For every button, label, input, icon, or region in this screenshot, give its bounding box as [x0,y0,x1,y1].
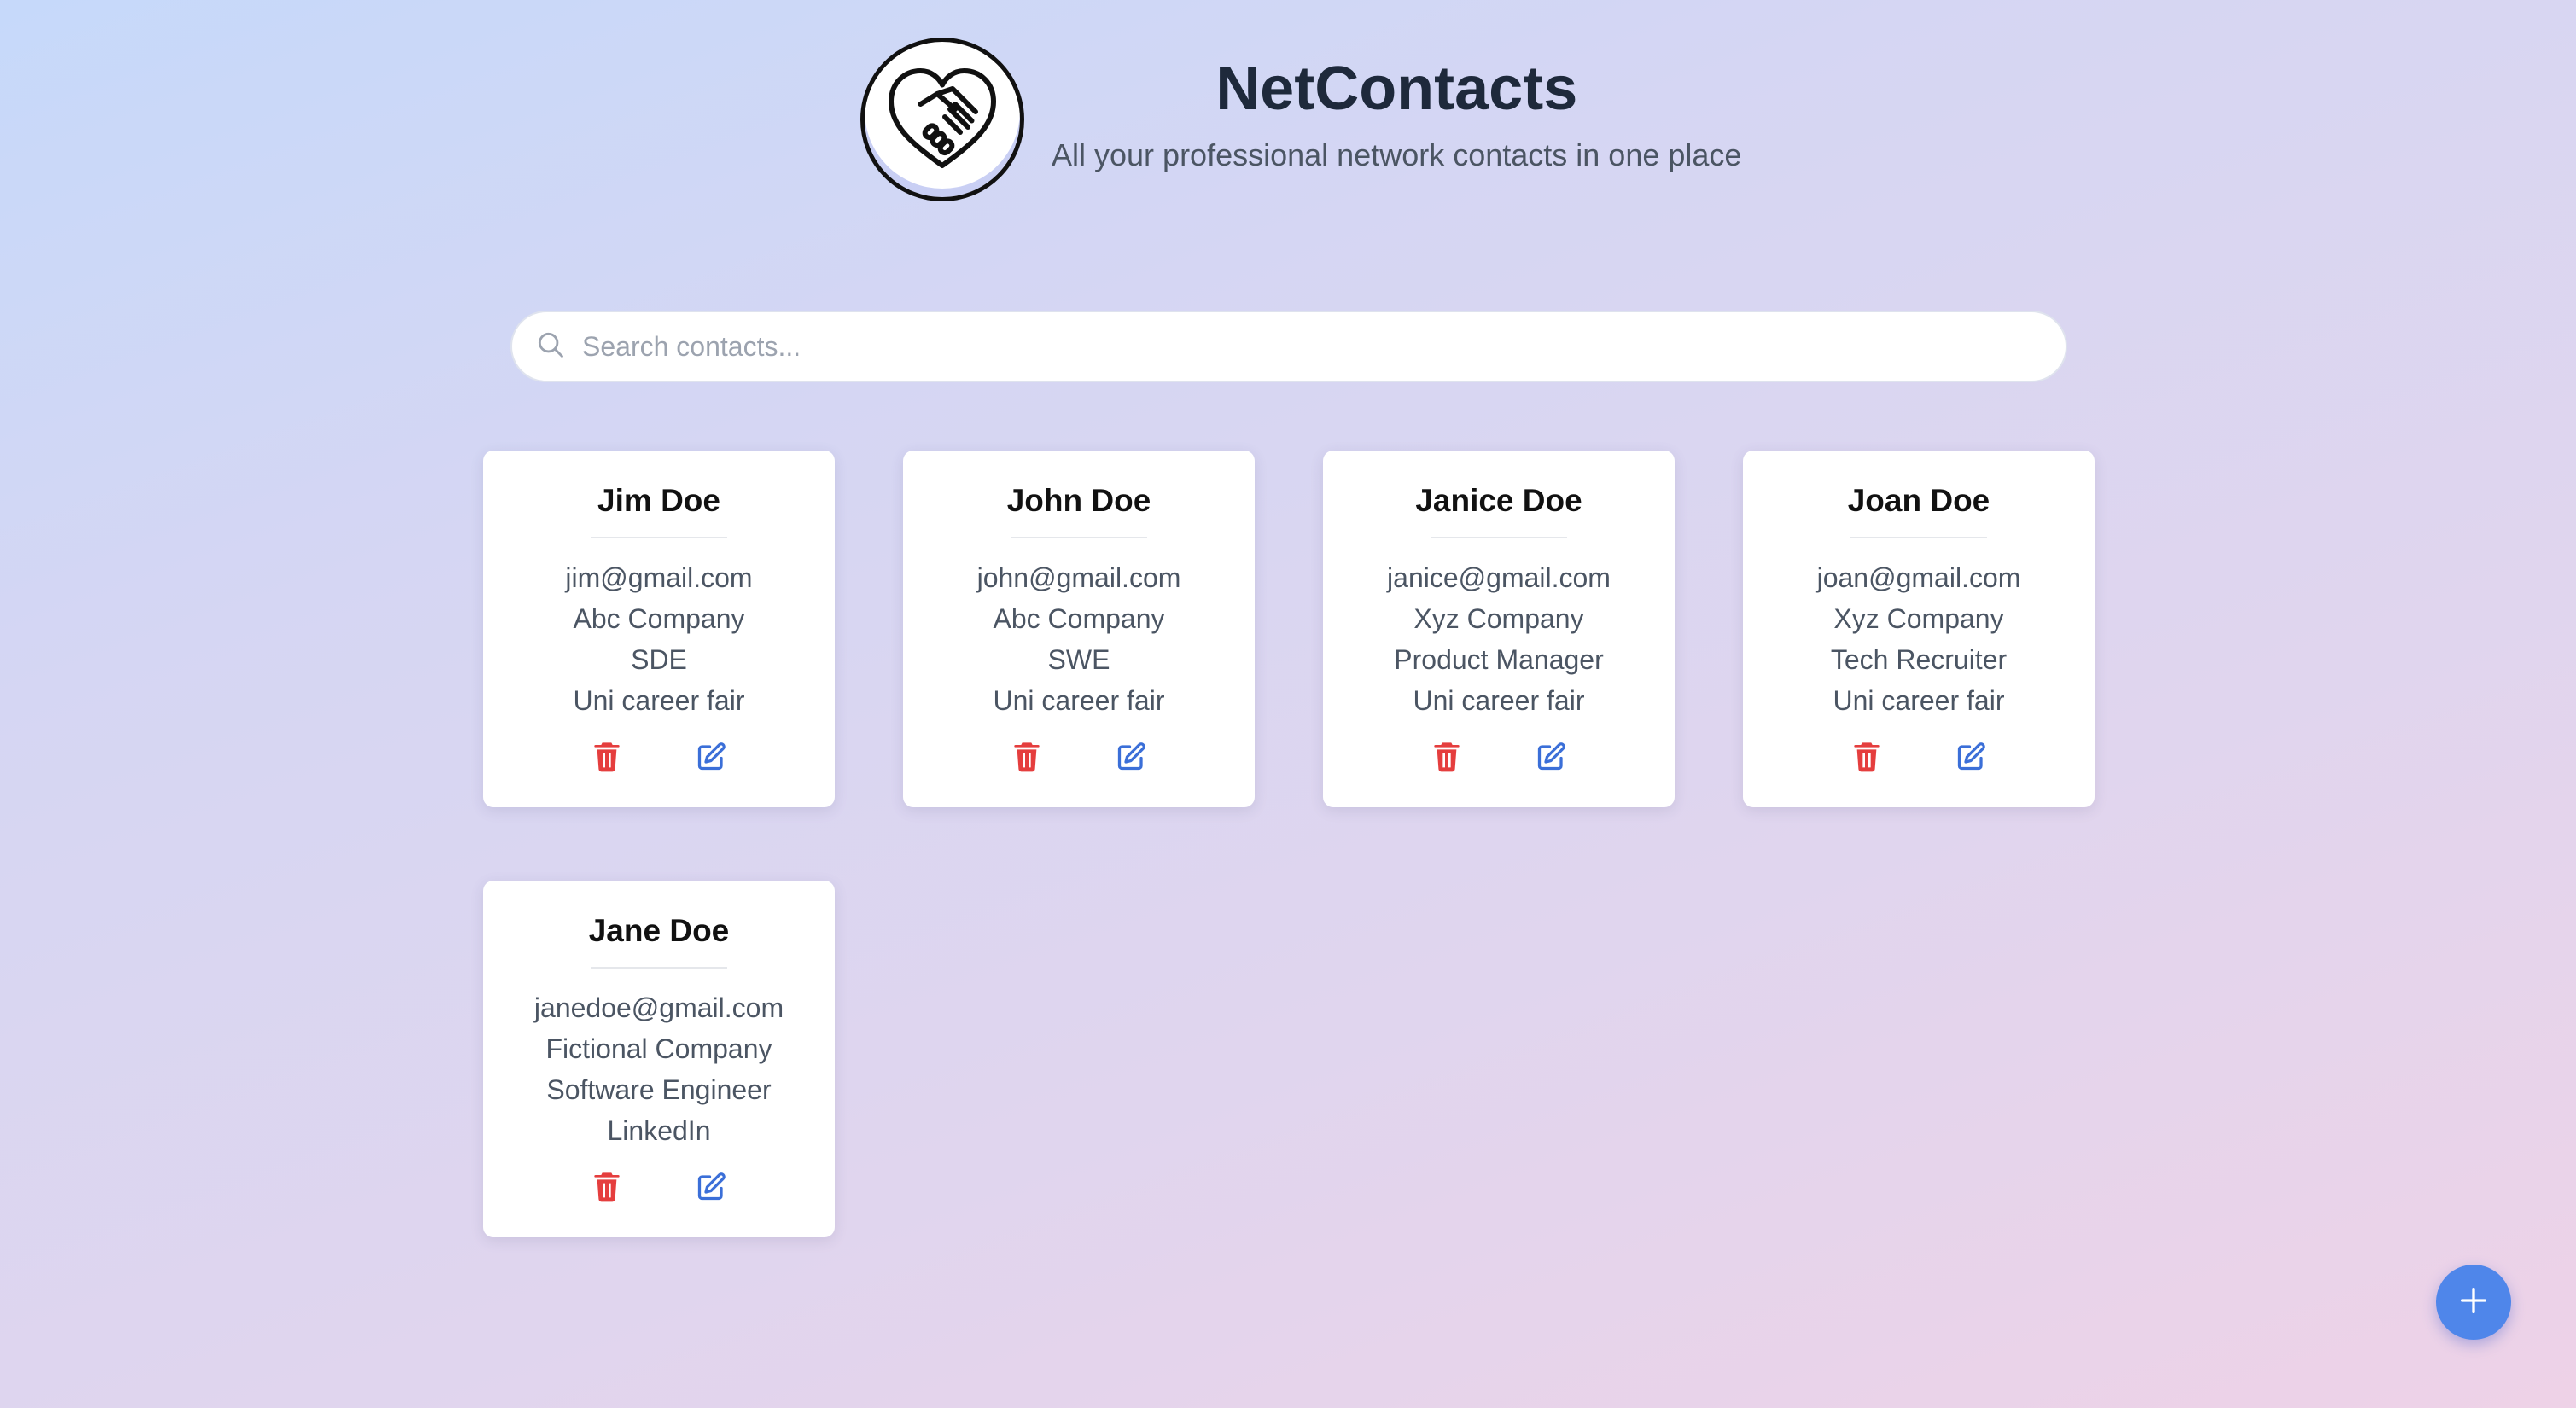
contact-email: joan@gmail.com [1816,562,2021,593]
contact-company: Xyz Company [1833,603,2004,634]
contact-name: Jim Doe [597,483,720,518]
contact-card: Jane Doe janedoe@gmail.com Fictional Com… [483,881,835,1237]
contact-card: John Doe john@gmail.com Abc Company SWE … [903,451,1255,807]
app-header: NetContacts All your professional networ… [860,38,1741,201]
handshake-heart-icon [860,38,1024,201]
divider [1850,537,1987,538]
contact-role: SDE [631,644,687,675]
plus-icon [2457,1283,2491,1322]
header-titles: NetContacts All your professional networ… [1052,58,1742,172]
contact-role: Software Engineer [546,1074,772,1105]
contact-email: john@gmail.com [976,562,1181,593]
contact-card: Jim Doe jim@gmail.com Abc Company SDE Un… [483,451,835,807]
edit-icon[interactable] [694,740,728,774]
app-subtitle: All your professional network contacts i… [1052,137,1742,172]
contact-name: Jane Doe [588,913,730,948]
contact-company: Xyz Company [1413,603,1584,634]
edit-icon[interactable] [1114,740,1148,774]
contact-name: Joan Doe [1847,483,1990,518]
divider [1431,537,1567,538]
contact-role: Product Manager [1394,644,1604,675]
search-input[interactable] [582,330,2033,363]
contact-company: Abc Company [993,603,1165,634]
search-icon [534,329,567,365]
trash-icon[interactable] [590,1170,624,1204]
card-actions [1010,740,1148,774]
divider [591,967,727,969]
edit-icon[interactable] [694,1170,728,1204]
contact-email: janedoe@gmail.com [533,992,784,1023]
trash-icon[interactable] [1430,740,1464,774]
contact-name: Janice Doe [1415,483,1582,518]
contact-source: Uni career fair [1413,685,1585,716]
contact-card: Joan Doe joan@gmail.com Xyz Company Tech… [1743,451,2095,807]
contact-card: Janice Doe janice@gmail.com Xyz Company … [1323,451,1675,807]
card-actions [1430,740,1568,774]
contact-source: Uni career fair [1833,685,2005,716]
contact-source: Uni career fair [573,685,745,716]
divider [1011,537,1147,538]
contact-source: LinkedIn [607,1115,711,1146]
contact-company: Abc Company [573,603,745,634]
contact-role: SWE [1047,644,1110,675]
contact-name: John Doe [1006,483,1151,518]
trash-icon[interactable] [590,740,624,774]
trash-icon[interactable] [1010,740,1044,774]
card-actions [590,740,728,774]
contact-source: Uni career fair [993,685,1165,716]
card-actions [1850,740,1988,774]
add-contact-button[interactable] [2436,1265,2511,1340]
contacts-grid: Jim Doe jim@gmail.com Abc Company SDE Un… [483,451,2095,1237]
contact-role: Tech Recruiter [1830,644,2008,675]
search-bar[interactable] [510,311,2067,382]
edit-icon[interactable] [1534,740,1568,774]
card-actions [590,1170,728,1204]
divider [591,537,727,538]
contact-company: Fictional Company [545,1033,772,1064]
edit-icon[interactable] [1954,740,1988,774]
app-title: NetContacts [1215,55,1578,123]
contact-email: jim@gmail.com [565,562,753,593]
contact-email: janice@gmail.com [1387,562,1611,593]
trash-icon[interactable] [1850,740,1884,774]
